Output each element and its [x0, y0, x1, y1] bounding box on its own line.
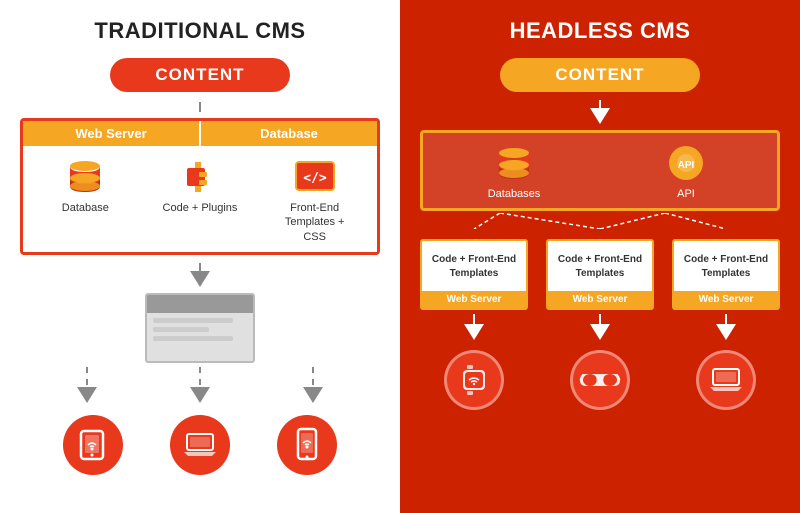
smartwatch-icon: [459, 363, 489, 397]
webserver-body-3: Code + Front-End Templates: [674, 241, 778, 291]
headless-cms-title: HEADLESS CMS: [420, 18, 780, 44]
traditional-cms-title: TRADITIONAL CMS: [20, 18, 380, 44]
dashed-lines-svg: [420, 213, 780, 229]
headless-laptop-col: [672, 346, 780, 410]
web-server-header: Web Server: [23, 121, 201, 146]
webserver-footer-2: Web Server: [548, 291, 652, 308]
arrow-col-2: [546, 314, 654, 340]
mockup-line-3: [153, 336, 233, 341]
dashed-arrows-area: [20, 367, 380, 403]
database-header: Database: [201, 121, 377, 146]
smartwatch-col: [420, 346, 528, 410]
right-dashed-col: [303, 367, 323, 403]
phone-icon: [293, 427, 321, 463]
laptop-icon: [182, 430, 218, 460]
connector-4: [599, 314, 601, 324]
mockup-header: [147, 295, 253, 313]
headless-arrow-1: [590, 108, 610, 124]
headless-down-arrow-1: [464, 324, 484, 340]
headless-api-icon: API: [665, 143, 707, 183]
arrow-right: [303, 387, 323, 403]
traditional-content-pill: CONTENT: [110, 58, 290, 92]
webserver-body-1: Code + Front-End Templates: [422, 241, 526, 291]
arrow-to-mockup: [20, 263, 380, 363]
arrow-left: [77, 387, 97, 403]
vr-glasses-circle: [570, 350, 630, 410]
smartwatch-circle: [444, 350, 504, 410]
headless-api-label: API: [677, 188, 695, 200]
headless-database-label: Databases: [488, 188, 541, 200]
mockup-lines: [147, 313, 253, 350]
connector-2: [199, 263, 201, 271]
headless-connector-1: [599, 100, 601, 108]
laptop-col: [170, 411, 230, 475]
headless-database-icon: [495, 145, 533, 181]
database-label: Database: [62, 201, 109, 215]
headless-main-box: Databases API API: [420, 130, 780, 211]
frontend-label: Front-End Templates + CSS: [275, 201, 355, 244]
website-mockup: [145, 293, 255, 363]
headless-arrows-area: [420, 314, 780, 340]
mockup-line-1: [153, 318, 233, 323]
plugins-icon: [181, 158, 219, 194]
headless-laptop-circle: [696, 350, 756, 410]
svg-text:</>: </>: [303, 171, 327, 186]
laptop-circle: [170, 415, 230, 475]
headless-database-cell: Databases: [474, 143, 554, 200]
webserver-footer-1: Web Server: [422, 291, 526, 308]
connector-5: [725, 314, 727, 324]
headless-cms-panel: HEADLESS CMS CONTENT Databases: [400, 0, 800, 513]
webserver-box-2: Code + Front-End Templates Web Server: [546, 239, 654, 310]
mockup-line-2: [153, 327, 209, 332]
plugins-cell: Code + Plugins: [160, 156, 240, 215]
tablet-icon: [77, 429, 109, 461]
headless-laptop-icon: [708, 365, 744, 395]
headless-content-pill: CONTENT: [500, 58, 700, 92]
arrow-col-3: [672, 314, 780, 340]
database-icon: [66, 158, 104, 194]
plugins-icon-wrap: [178, 156, 222, 196]
dashed-arrow-right: [312, 367, 314, 385]
left-dashed-col: [77, 367, 97, 403]
connector-3: [473, 314, 475, 324]
headless-devices-row: [420, 346, 780, 410]
headless-down-arrow-2: [590, 324, 610, 340]
traditional-main-box: Web Server Database Database: [20, 118, 380, 255]
webserver-footer-3: Web Server: [674, 291, 778, 308]
center-dashed-col: [190, 367, 210, 403]
vr-glasses-col: [546, 346, 654, 410]
arrow-center: [190, 387, 210, 403]
frontend-icon: </>: [294, 158, 336, 194]
webservers-row: Code + Front-End Templates Web Server Co…: [420, 239, 780, 310]
tablet-col: [63, 411, 123, 475]
webserver-box-1: Code + Front-End Templates Web Server: [420, 239, 528, 310]
traditional-header-row: Web Server Database: [23, 121, 377, 146]
phone-col: [277, 411, 337, 475]
down-arrow-1: [190, 271, 210, 287]
svg-text:API: API: [678, 160, 695, 171]
database-icon-wrap: [63, 156, 107, 196]
arrow-col-1: [420, 314, 528, 340]
traditional-cms-panel: TRADITIONAL CMS CONTENT Web Server Datab…: [0, 0, 400, 513]
traditional-devices-row: [20, 411, 380, 475]
headless-database-icon-wrap: [492, 143, 536, 183]
traditional-icons-row: Database Code + Plugins: [23, 146, 377, 252]
frontend-icon-wrap: </>: [293, 156, 337, 196]
dashed-arrow-center: [199, 367, 201, 385]
headless-api-cell: API API: [646, 143, 726, 200]
headless-api-icon-wrap: API: [664, 143, 708, 183]
dashed-connections: [420, 213, 780, 229]
webserver-body-2: Code + Front-End Templates: [548, 241, 652, 291]
frontend-cell: </> Front-End Templates + CSS: [275, 156, 355, 244]
headless-down-arrow-3: [716, 324, 736, 340]
vr-glasses-icon: [579, 368, 621, 392]
connector-line-1: [199, 102, 201, 112]
webserver-box-3: Code + Front-End Templates Web Server: [672, 239, 780, 310]
tablet-circle: [63, 415, 123, 475]
phone-circle: [277, 415, 337, 475]
plugins-label: Code + Plugins: [163, 201, 238, 215]
database-cell: Database: [45, 156, 125, 215]
dashed-arrow-left: [86, 367, 88, 385]
